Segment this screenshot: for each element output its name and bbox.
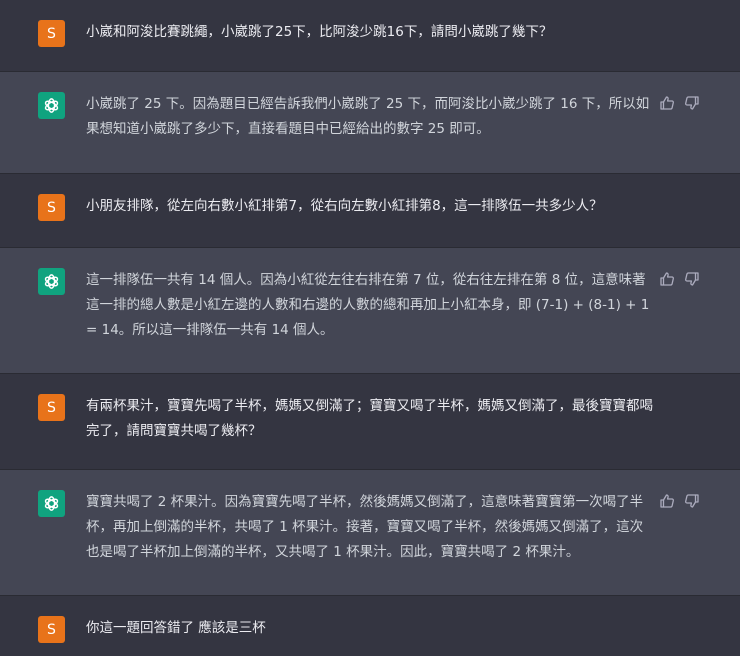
user-avatar-letter: S	[47, 25, 56, 42]
feedback-buttons	[659, 493, 700, 509]
thumbs-up-icon[interactable]	[659, 95, 675, 111]
user-avatar: S	[38, 194, 65, 221]
user-avatar-letter: S	[47, 399, 56, 416]
user-message: S 小朋友排隊，從左向右數小紅排第7，從右向左數小紅排第8，這一排隊伍一共多少人…	[0, 174, 740, 248]
thumbs-up-icon[interactable]	[659, 493, 675, 509]
user-avatar-letter: S	[47, 199, 56, 216]
message-text: 小崴跳了 25 下。因為題目已經告訴我們小崴跳了 25 下，而阿浚比小崴少跳了 …	[86, 96, 650, 137]
user-avatar-letter: S	[47, 621, 56, 638]
user-avatar: S	[38, 616, 65, 643]
feedback-buttons	[659, 271, 700, 287]
assistant-message: 這一排隊伍一共有 14 個人。因為小紅從左往右排在第 7 位，從右往左排在第 8…	[0, 248, 740, 374]
user-message: S 有兩杯果汁，寶寶先喝了半杯，媽媽又倒滿了；寶寶又喝了半杯，媽媽又倒滿了，最後…	[0, 374, 740, 470]
chat-thread: S 小崴和阿浚比賽跳繩，小崴跳了25下，比阿浚少跳16下，請問小崴跳了幾下？ 小…	[0, 0, 740, 656]
message-text: 有兩杯果汁，寶寶先喝了半杯，媽媽又倒滿了；寶寶又喝了半杯，媽媽又倒滿了，最後寶寶…	[86, 398, 653, 439]
message-text: 小朋友排隊，從左向右數小紅排第7，從右向左數小紅排第8，這一排隊伍一共多少人？	[86, 198, 603, 214]
message-text: 這一排隊伍一共有 14 個人。因為小紅從左往右排在第 7 位，從右往左排在第 8…	[86, 272, 650, 338]
thumbs-down-icon[interactable]	[684, 271, 700, 287]
openai-logo-icon	[38, 490, 65, 517]
feedback-buttons	[659, 95, 700, 111]
thumbs-down-icon[interactable]	[684, 493, 700, 509]
assistant-message: 寶寶共喝了 2 杯果汁。因為寶寶先喝了半杯，然後媽媽又倒滿了，這意味著寶寶第一次…	[0, 470, 740, 596]
user-message: S 你這一題回答錯了 應該是三杯	[0, 596, 740, 656]
user-avatar: S	[38, 394, 65, 421]
openai-logo-icon	[38, 92, 65, 119]
message-text: 你這一題回答錯了 應該是三杯	[86, 620, 266, 636]
openai-logo-icon	[38, 268, 65, 295]
assistant-message: 小崴跳了 25 下。因為題目已經告訴我們小崴跳了 25 下，而阿浚比小崴少跳了 …	[0, 72, 740, 174]
message-text: 小崴和阿浚比賽跳繩，小崴跳了25下，比阿浚少跳16下，請問小崴跳了幾下？	[86, 24, 553, 40]
thumbs-down-icon[interactable]	[684, 95, 700, 111]
thumbs-up-icon[interactable]	[659, 271, 675, 287]
message-text: 寶寶共喝了 2 杯果汁。因為寶寶先喝了半杯，然後媽媽又倒滿了，這意味著寶寶第一次…	[86, 494, 644, 560]
user-avatar: S	[38, 20, 65, 47]
user-message: S 小崴和阿浚比賽跳繩，小崴跳了25下，比阿浚少跳16下，請問小崴跳了幾下？	[0, 0, 740, 72]
